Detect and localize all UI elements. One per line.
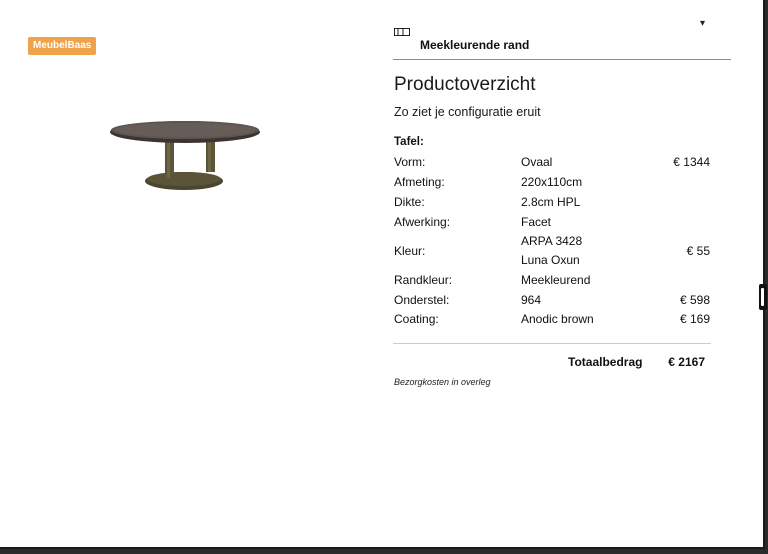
row-label: Randkleur: [394,273,453,287]
brand-badge: MeubelBaas [28,37,97,55]
section-title: Tafel: [394,136,424,148]
row-value: Facet [521,215,552,229]
row-value: 2.8cm HPL [521,195,581,209]
row-price: € 169 [679,312,710,326]
row-label: Coating: [394,312,439,326]
edge-icon [394,28,410,36]
row-label: Kleur: [394,244,426,258]
delivery-note: Bezorgkosten in overleg [394,377,491,387]
row-price: € 55 [686,244,710,258]
oval-table-image [110,121,260,190]
row-label: Vorm: [394,155,426,169]
summary-row-kleur: Kleur: ARPA 3428 Luna Oxun € 55 [394,234,710,274]
resize-handle-grip [761,288,764,306]
summary-divider [393,343,711,344]
row-price: € 598 [679,293,710,307]
row-value-2: Luna Oxun [521,253,580,267]
row-value: Anodic brown [521,312,594,326]
row-label: Afmeting: [394,175,445,189]
row-value: ARPA 3428 [521,234,583,248]
total-label: Totaalbedrag [568,355,643,369]
row-price: € 1344 [673,155,710,169]
row-label: Afwerking: [394,215,451,229]
step-subtitle: Meekleurende rand [420,38,530,52]
row-value: 220x110cm [521,175,583,189]
row-value: Meekleurend [521,273,591,287]
row-label: Dikte: [394,195,425,209]
chevron-down-icon[interactable]: ▾ [700,18,705,29]
total-value: € 2167 [668,355,705,369]
row-value: 964 [521,293,542,307]
overview-title: Productoverzicht [394,74,536,95]
step-selector[interactable]: Meekleurende rand ▾ [393,10,731,60]
page-frame: MeubelBaas Meekleurende rand ▾ Productov… [0,0,765,549]
overview-subtitle: Zo ziet je configuratie eruit [394,105,541,119]
row-value: Ovaal [521,155,553,169]
row-label: Onderstel: [394,293,450,307]
